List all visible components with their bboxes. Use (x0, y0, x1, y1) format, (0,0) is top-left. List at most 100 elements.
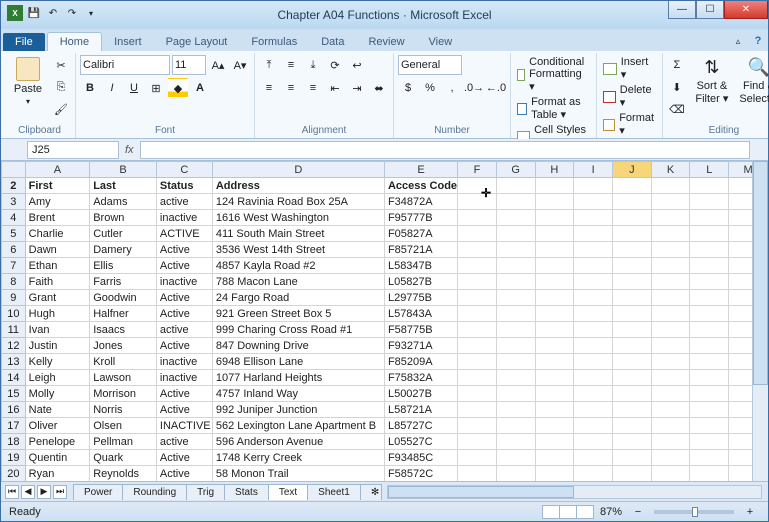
underline-icon[interactable]: U (124, 78, 144, 98)
name-box[interactable]: J25 (27, 141, 119, 159)
row-header-19[interactable]: 19 (2, 450, 26, 466)
cell[interactable]: Leigh (25, 370, 90, 386)
row-header-14[interactable]: 14 (2, 370, 26, 386)
cell[interactable]: inactive (156, 354, 212, 370)
cell[interactable]: Goodwin (90, 290, 157, 306)
row-header-7[interactable]: 7 (2, 258, 26, 274)
tab-review[interactable]: Review (356, 33, 416, 51)
cell[interactable]: Quentin (25, 450, 90, 466)
cell[interactable]: L05527C (384, 434, 457, 450)
row-header-13[interactable]: 13 (2, 354, 26, 370)
copy-icon[interactable]: ⎘ (51, 77, 71, 97)
sheet-tab-power[interactable]: Power (73, 484, 123, 500)
align-middle-icon[interactable]: ≡ (281, 55, 301, 75)
cell[interactable]: 1748 Kerry Creek (212, 450, 384, 466)
cell[interactable]: Active (156, 258, 212, 274)
cell[interactable]: L58347B (384, 258, 457, 274)
cell[interactable]: Oliver (25, 418, 90, 434)
cell[interactable]: 596 Anderson Avenue (212, 434, 384, 450)
cell[interactable]: L50027B (384, 386, 457, 402)
cell[interactable] (612, 386, 651, 402)
increase-decimal-icon[interactable]: .0→ (464, 78, 484, 98)
cell[interactable]: Brent (25, 210, 90, 226)
fill-color-icon[interactable]: ◆ (168, 78, 188, 98)
tab-formulas[interactable]: Formulas (239, 33, 309, 51)
cell[interactable]: Norris (90, 402, 157, 418)
cell[interactable]: Grant (25, 290, 90, 306)
cell[interactable]: Faith (25, 274, 90, 290)
cell[interactable]: active (156, 322, 212, 338)
cell[interactable] (612, 434, 651, 450)
formula-bar[interactable] (140, 141, 750, 159)
font-name-combo[interactable] (80, 55, 170, 75)
cell[interactable]: Ivan (25, 322, 90, 338)
cell[interactable]: 411 South Main Street (212, 226, 384, 242)
cell[interactable]: Dawn (25, 242, 90, 258)
cell[interactable]: Reynolds (90, 466, 157, 482)
cell[interactable]: F85721A (384, 242, 457, 258)
cell[interactable]: 992 Juniper Junction (212, 402, 384, 418)
zoom-out-icon[interactable]: − (628, 502, 648, 522)
vertical-scrollbar[interactable] (752, 161, 768, 481)
cell[interactable]: F58775B (384, 322, 457, 338)
cell[interactable] (612, 450, 651, 466)
align-right-icon[interactable]: ≡ (303, 78, 323, 98)
cell[interactable] (612, 226, 651, 242)
sheet-tab-sheet1[interactable]: Sheet1 (307, 484, 361, 500)
cell[interactable]: Amy (25, 194, 90, 210)
row-header-5[interactable]: 5 (2, 226, 26, 242)
tab-home[interactable]: Home (47, 32, 102, 51)
cell[interactable]: ACTIVE (156, 226, 212, 242)
cell[interactable]: Kroll (90, 354, 157, 370)
tab-data[interactable]: Data (309, 33, 356, 51)
cell[interactable]: Damery (90, 242, 157, 258)
hscroll-thumb[interactable] (388, 486, 575, 498)
cell[interactable]: L85727C (384, 418, 457, 434)
cell[interactable]: 24 Fargo Road (212, 290, 384, 306)
page-layout-view-icon[interactable] (559, 505, 577, 519)
border-icon[interactable]: ⊞ (146, 78, 166, 98)
scrollbar-thumb[interactable] (753, 161, 768, 385)
clear-icon[interactable]: ⌫ (667, 99, 687, 119)
tab-insert[interactable]: Insert (102, 33, 154, 51)
merge-center-icon[interactable]: ⬌ (369, 78, 389, 98)
cell[interactable]: Active (156, 290, 212, 306)
sort-filter-button[interactable]: ⇅ Sort & Filter ▾ (690, 55, 734, 107)
cell[interactable] (612, 338, 651, 354)
cell[interactable]: Penelope (25, 434, 90, 450)
cell[interactable]: F75832A (384, 370, 457, 386)
italic-icon[interactable]: I (102, 78, 122, 98)
wrap-text-icon[interactable]: ↩ (347, 55, 367, 75)
cell[interactable]: Active (156, 450, 212, 466)
cell[interactable]: Halfner (90, 306, 157, 322)
autosum-icon[interactable]: Σ (667, 55, 687, 75)
paste-button[interactable]: Paste ▾ (8, 55, 48, 108)
tab-view[interactable]: View (417, 33, 465, 51)
cell[interactable]: inactive (156, 274, 212, 290)
col-header-A[interactable]: A (25, 162, 90, 178)
col-header-F[interactable]: F (458, 162, 497, 178)
col-header-K[interactable]: K (651, 162, 690, 178)
row-header-4[interactable]: 4 (2, 210, 26, 226)
cell[interactable]: L57843A (384, 306, 457, 322)
cell[interactable]: 124 Ravinia Road Box 25A (212, 194, 384, 210)
row-header-6[interactable]: 6 (2, 242, 26, 258)
cell[interactable]: active (156, 194, 212, 210)
row-header-18[interactable]: 18 (2, 434, 26, 450)
fill-icon[interactable]: ⬇ (667, 77, 687, 97)
cell[interactable]: Pellman (90, 434, 157, 450)
row-header-2[interactable]: 2 (2, 178, 26, 194)
cell[interactable] (612, 354, 651, 370)
sheet-tab-stats[interactable]: Stats (224, 484, 269, 500)
cell[interactable]: Olsen (90, 418, 157, 434)
cell[interactable]: 921 Green Street Box 5 (212, 306, 384, 322)
insert-cells-button[interactable]: Insert ▾ (601, 55, 658, 82)
close-button[interactable]: ✕ (724, 1, 768, 19)
cell[interactable]: Cutler (90, 226, 157, 242)
cell[interactable]: F05827A (384, 226, 457, 242)
cell[interactable]: Kelly (25, 354, 90, 370)
decrease-font-icon[interactable]: A▾ (230, 55, 250, 75)
row-header-20[interactable]: 20 (2, 466, 26, 482)
cell[interactable]: Active (156, 306, 212, 322)
cell[interactable]: Nate (25, 402, 90, 418)
